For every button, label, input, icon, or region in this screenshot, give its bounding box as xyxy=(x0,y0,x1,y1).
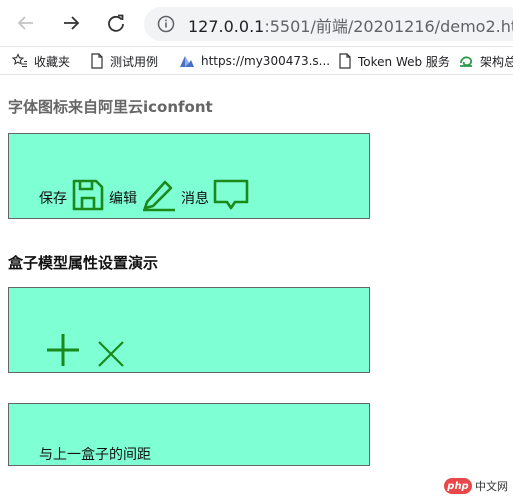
info-icon[interactable] xyxy=(157,15,175,33)
bookmark-label: 收藏夹 xyxy=(34,54,71,69)
edit-icon xyxy=(143,180,175,212)
url-text[interactable]: 127.0.0.1:5501/前端/20201216/demo2.html xyxy=(188,13,513,37)
bookmark-label: 架构总 xyxy=(480,54,513,69)
forward-button[interactable] xyxy=(57,9,85,37)
plus-icon xyxy=(47,334,79,366)
star-list-icon xyxy=(12,53,27,68)
bookmark-label: https://my300473.s... xyxy=(201,54,331,68)
arrow-left-icon xyxy=(17,16,33,30)
browser-toolbar: 127.0.0.1:5501/前端/20201216/demo2.html xyxy=(0,0,513,47)
php-watermark: php 中文网 xyxy=(444,478,508,494)
watermark-text: 中文网 xyxy=(475,480,508,493)
save-icon xyxy=(72,179,104,211)
php-logo: php xyxy=(444,478,472,494)
reload-button[interactable] xyxy=(102,9,130,37)
bookmark-label: 测试用例 xyxy=(110,54,159,69)
edit-label: 编辑 xyxy=(109,191,137,207)
bookmark-label: Token Web 服务 xyxy=(358,54,450,69)
url-path: :5501/前端/20201216/demo2.html xyxy=(264,17,513,36)
reload-icon xyxy=(108,14,124,32)
icon-row xyxy=(41,332,137,368)
bookmark-architecture[interactable]: 架构总 xyxy=(458,51,513,71)
icon-row: 保存 编辑 消息 xyxy=(39,178,253,212)
url-host: 127.0.0.1 xyxy=(188,17,265,36)
arrow-right-icon xyxy=(64,16,80,30)
box-model-box xyxy=(8,287,370,373)
bookmark-my300473[interactable]: https://my300473.s... xyxy=(179,51,330,71)
site-icon xyxy=(180,56,194,67)
bookmark-favorites[interactable]: 收藏夹 xyxy=(12,51,70,71)
iconfont-box: 保存 编辑 消息 xyxy=(8,133,370,219)
bookmark-test-cases[interactable]: 测试用例 xyxy=(90,51,158,71)
margin-text: 与上一盒子的间距 xyxy=(39,447,151,463)
message-label: 消息 xyxy=(181,191,209,207)
iconfont-heading: 字体图标来自阿里云iconfont xyxy=(8,98,213,116)
site-icon xyxy=(460,56,473,67)
file-icon xyxy=(91,53,103,69)
back-button[interactable] xyxy=(12,9,40,37)
bookmarks-bar: 收藏夹 测试用例 https://my300473.s... Token Web… xyxy=(0,47,513,75)
box-model-heading: 盒子模型属性设置演示 xyxy=(8,254,159,272)
message-icon xyxy=(213,179,249,210)
save-label: 保存 xyxy=(39,191,67,207)
margin-demo-box: 与上一盒子的间距 xyxy=(8,403,370,466)
file-icon xyxy=(339,53,351,69)
bookmark-token-web[interactable]: Token Web 服务 xyxy=(338,51,450,71)
close-icon xyxy=(98,341,124,367)
